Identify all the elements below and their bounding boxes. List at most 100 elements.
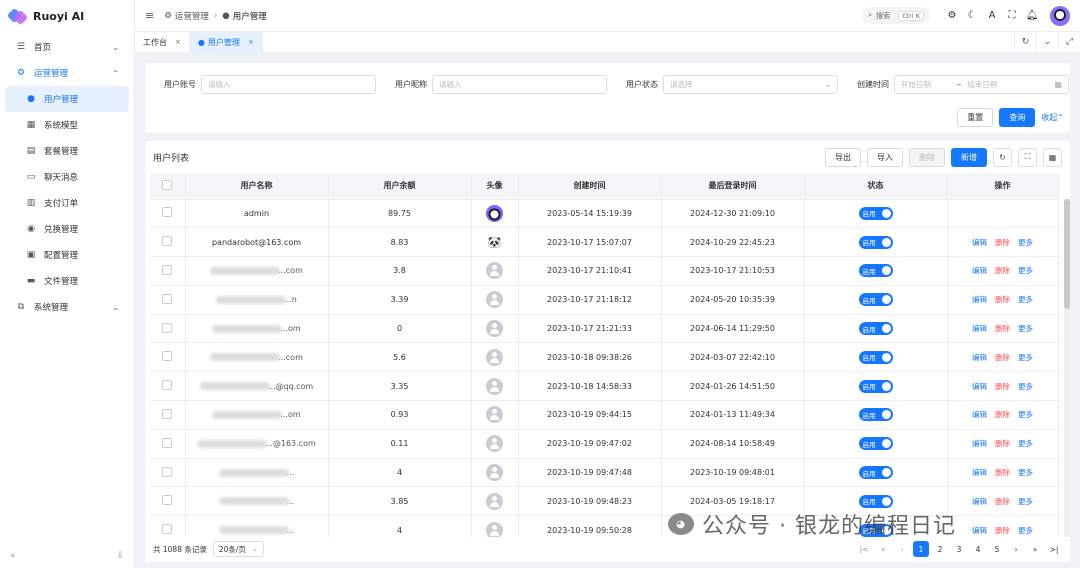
query-button[interactable]: 查询 (999, 108, 1036, 127)
table-row[interactable]: pandarobot@163.com 8.83 🐼 2023-10-17 15:07:… (150, 227, 1059, 258)
menu-toggle-icon[interactable]: ≡ (145, 9, 154, 22)
fullscreen-icon[interactable]: ⛶ (1002, 10, 1022, 21)
prev-5-pages-icon[interactable]: « (875, 541, 891, 557)
delete-link[interactable]: 删除 (995, 526, 1010, 535)
table-scrollbar[interactable] (1064, 199, 1070, 549)
more-link[interactable]: 更多 (1018, 382, 1033, 391)
status-toggle[interactable]: 启用 (858, 322, 893, 336)
row-checkbox[interactable] (150, 371, 186, 402)
close-icon[interactable]: × (248, 38, 254, 46)
status-toggle[interactable]: 启用 (858, 494, 893, 508)
sidebar-item-orders[interactable]: ▥ 支付订单 (5, 190, 129, 216)
status-toggle[interactable]: 启用 (858, 379, 893, 393)
delete-link[interactable]: 删除 (995, 439, 1010, 448)
sidebar-item-files[interactable]: ▬ 文件管理 (5, 268, 129, 294)
sidebar-item-chat[interactable]: ▭ 聊天消息 (5, 164, 129, 190)
edit-link[interactable]: 编辑 (972, 295, 987, 304)
more-link[interactable]: 更多 (1018, 295, 1033, 304)
status-toggle[interactable]: 启用 (858, 293, 893, 307)
delete-link[interactable]: 删除 (995, 353, 1010, 362)
status-select[interactable]: 请选择 ⌄ (663, 75, 838, 94)
table-row[interactable]: ... 4 2023-10-19 09:47:48 2023-10-19 09:48:… (150, 458, 1059, 488)
delete-link[interactable]: 删除 (995, 324, 1010, 333)
sidebar-item-models[interactable]: ▦ 系统模型 (5, 112, 129, 138)
refresh-icon[interactable]: ↻ (993, 147, 1012, 167)
close-icon[interactable]: × (175, 38, 181, 46)
row-checkbox[interactable] (150, 429, 186, 459)
collapse-filter-button[interactable]: 收起⌃ (1041, 112, 1064, 123)
table-row[interactable]: ...n 3.39 2023-10-17 21:18:12 2024-05-20 10… (150, 285, 1059, 315)
more-link[interactable]: 更多 (1018, 497, 1033, 506)
edit-link[interactable]: 编辑 (972, 324, 987, 333)
delete-link[interactable]: 删除 (995, 410, 1010, 419)
account-input[interactable]: 请输入 (201, 75, 376, 94)
language-icon[interactable]: A (982, 10, 1002, 21)
more-link[interactable]: 更多 (1018, 324, 1033, 333)
edit-link[interactable]: 编辑 (972, 410, 987, 419)
select-all-checkbox[interactable] (150, 173, 186, 200)
status-toggle[interactable]: 启用 (858, 206, 893, 220)
page-size-select[interactable]: 20条/页 ⌄ (212, 541, 264, 557)
table-row[interactable]: ...@qq.com 3.35 2023-10-18 14:58:33 2024-01… (150, 371, 1059, 402)
nickname-input[interactable]: 请输入 (432, 75, 607, 94)
edit-link[interactable]: 编辑 (972, 468, 987, 477)
edit-link[interactable]: 编辑 (972, 526, 987, 535)
sidebar-item-users[interactable]: ● 用户管理 (5, 86, 129, 112)
maximize-icon[interactable]: ⤢ (1058, 31, 1080, 53)
delete-link[interactable]: 删除 (995, 382, 1010, 391)
table-row[interactable]: ...com 5.6 2023-10-18 09:38:26 2024-03-07 2… (150, 342, 1059, 373)
sidebar-item-home[interactable]: ☰ 首页 ⌄ (5, 34, 129, 60)
row-checkbox[interactable] (150, 285, 186, 315)
edit-link[interactable]: 编辑 (972, 439, 987, 448)
status-toggle[interactable]: 启用 (858, 235, 893, 249)
prev-page-icon[interactable]: ‹ (894, 541, 910, 557)
scrollbar-thumb[interactable] (1064, 199, 1070, 309)
next-5-pages-icon[interactable]: » (1027, 541, 1043, 557)
refresh-icon[interactable]: ↻ (1014, 31, 1036, 53)
notification-bell-icon[interactable]: 🔔︎ (1022, 10, 1042, 21)
last-page-icon[interactable]: >| (1046, 541, 1062, 557)
edit-link[interactable]: 编辑 (972, 497, 987, 506)
user-avatar[interactable] (1050, 5, 1070, 26)
sidebar-item-system[interactable]: ⧉ 系统管理 ⌄ (5, 294, 129, 320)
row-checkbox[interactable] (150, 314, 186, 344)
add-button[interactable]: 新增 (951, 147, 987, 167)
row-checkbox[interactable] (150, 199, 186, 229)
more-link[interactable]: 更多 (1018, 353, 1033, 362)
collapse-sidebar-icon[interactable]: « (10, 551, 16, 561)
table-row[interactable]: ...@163.com 0.11 2023-10-19 09:47:02 2024-0… (150, 429, 1059, 459)
page-number[interactable]: 2 (932, 541, 948, 557)
page-number[interactable]: 3 (951, 541, 967, 557)
fullscreen-icon[interactable]: ⛶ (1018, 147, 1037, 167)
pin-icon[interactable]: ⇩ (116, 551, 124, 561)
logo[interactable]: Ruoyi AI (0, 0, 134, 32)
theme-toggle-icon[interactable]: ☾ (962, 10, 982, 21)
edit-link[interactable]: 编辑 (972, 238, 987, 247)
column-settings-icon[interactable]: ▦ (1043, 147, 1062, 167)
sidebar-item-packages[interactable]: ▤ 套餐管理 (5, 138, 129, 164)
status-toggle[interactable]: 启用 (858, 350, 893, 364)
chevron-down-icon[interactable]: ⌄ (1036, 31, 1058, 53)
first-page-icon[interactable]: |< (856, 541, 872, 557)
status-toggle[interactable]: 启用 (858, 466, 893, 480)
date-range-picker[interactable]: 开始日期 → 结束日期 ▦ (894, 75, 1069, 94)
delete-button[interactable]: 删除 (909, 147, 945, 167)
more-link[interactable]: 更多 (1018, 410, 1033, 419)
row-checkbox[interactable] (150, 486, 186, 517)
row-checkbox[interactable] (150, 227, 186, 258)
table-row[interactable]: admin 89.75 2023-05-14 15:19:39 2024-12-30 … (150, 199, 1059, 229)
table-row[interactable]: ...com 3.8 2023-10-17 21:10:41 2023-10-17 2… (150, 256, 1059, 286)
table-row[interactable]: ...om 0 2023-10-17 21:21:33 2024-06-14 11:2… (150, 314, 1059, 344)
import-button[interactable]: 导入 (867, 147, 903, 167)
settings-icon[interactable]: ⚙ (942, 10, 962, 21)
more-link[interactable]: 更多 (1018, 439, 1033, 448)
next-page-icon[interactable]: › (1008, 541, 1024, 557)
tab-workbench[interactable]: 工作台 × (135, 31, 190, 53)
delete-link[interactable]: 删除 (995, 266, 1010, 275)
table-row[interactable]: ...om 0.93 2023-10-19 09:44:15 2024-01-13 1… (150, 400, 1059, 430)
breadcrumb-item[interactable]: 运营管理 (175, 10, 209, 22)
more-link[interactable]: 更多 (1018, 266, 1033, 275)
row-checkbox[interactable] (150, 342, 186, 373)
more-link[interactable]: 更多 (1018, 526, 1033, 535)
tab-user-management[interactable]: ● 用户管理 × (189, 31, 263, 53)
